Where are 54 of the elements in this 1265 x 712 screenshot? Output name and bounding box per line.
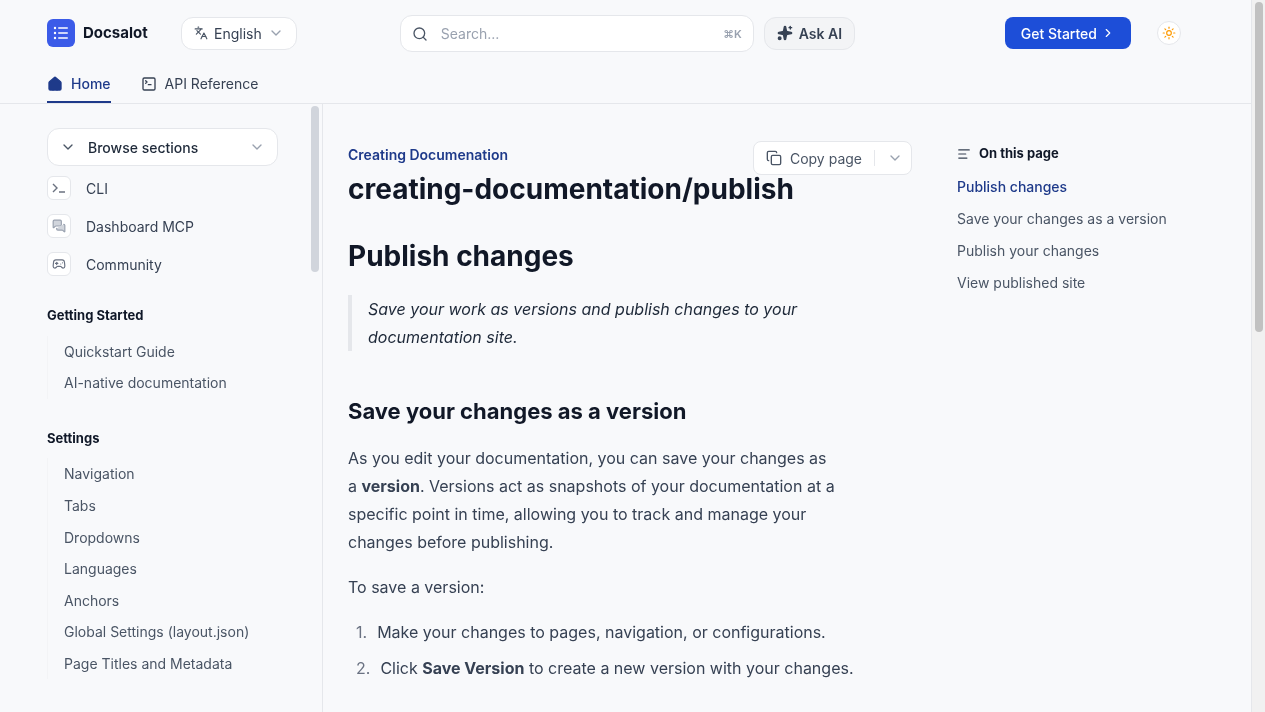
logo-icon [47,19,75,47]
toc-link[interactable]: Save your changes as a version [957,207,1251,230]
page-scrollbar[interactable] [1254,2,1263,332]
sparkles-icon [776,25,793,41]
sidebar-item[interactable]: Navigation [48,458,279,490]
translate-icon [194,26,208,40]
step-number: 2. [356,657,371,680]
breadcrumb-link[interactable]: Creating Documenation [348,144,509,165]
game-controller-icon [47,252,71,276]
logo-text: Docsalot [83,21,148,44]
sidebar-item[interactable]: Page Titles and Metadata [48,647,279,680]
page-heading: Publish changes [348,238,575,275]
section-heading: Save your changes as a version [348,397,688,426]
theme-toggle[interactable] [1157,21,1181,45]
sidebar-group-title: Settings [47,428,101,448]
copy-page-button[interactable]: Copy page [752,141,912,175]
shortcut-hint: ⌘K [723,25,742,42]
home-icon [47,75,63,92]
step-text: Click Save Version to create a new version with your changes. [380,657,854,680]
toc-link[interactable]: Publish changes [957,175,1251,198]
toc-title: On this page [979,144,1059,163]
sidebar-link[interactable]: Dashboard MCP [86,215,194,237]
sidebar-link[interactable]: CLI [86,177,108,199]
browse-sections-dropdown[interactable]: Browse sections [47,128,278,166]
body-paragraph: As you edit your documentation, you can save your changes as a version. Versions act as snapshots of your documentation at a specific point in time, allowing you to track and manage your changes before publishing. [348,447,836,554]
sidebar-item[interactable]: Anchors [48,584,279,617]
sidebar-item[interactable]: Tabs [48,489,279,522]
sidebar-group-title: Getting Started [47,306,145,325]
toc-link[interactable]: Publish your changes [957,239,1251,262]
sidebar-item[interactable]: Quickstart Guide [48,335,279,368]
body-text: To save a version: [348,576,486,599]
get-started-button[interactable]: Get Started [1004,17,1131,49]
scrollbar[interactable] [311,106,319,272]
list-icon [957,146,971,161]
sidebar-item[interactable]: Global Settings (layout.json) [48,616,279,648]
sidebar-item[interactable]: Languages [48,552,279,585]
sidebar-item[interactable]: AI-native documentation [48,367,279,399]
sidebar-link[interactable]: Community [86,253,162,275]
copy-icon [765,150,782,166]
step-number: 1. [356,621,368,644]
terminal-icon [140,75,157,92]
page-path-title: creating-documentation/publish [348,172,795,207]
summary-quote: Save your work as versions and publish changes to your documentation site. [348,295,912,351]
nav-tab[interactable]: API Reference [140,66,259,103]
toc-link[interactable]: View published site [957,271,1251,294]
sidebar-item[interactable]: Dropdowns [48,521,279,553]
chat-icon [47,214,71,238]
nav-tab[interactable]: Home [47,66,111,103]
step-text: Make your changes to pages, navigation, or configurations. [377,621,826,644]
language-selector[interactable]: English [181,16,297,50]
ask-ai-button[interactable]: Ask AI [763,16,856,50]
search-icon [411,25,428,42]
terminal-icon [47,176,71,200]
sun-icon [1162,26,1176,40]
